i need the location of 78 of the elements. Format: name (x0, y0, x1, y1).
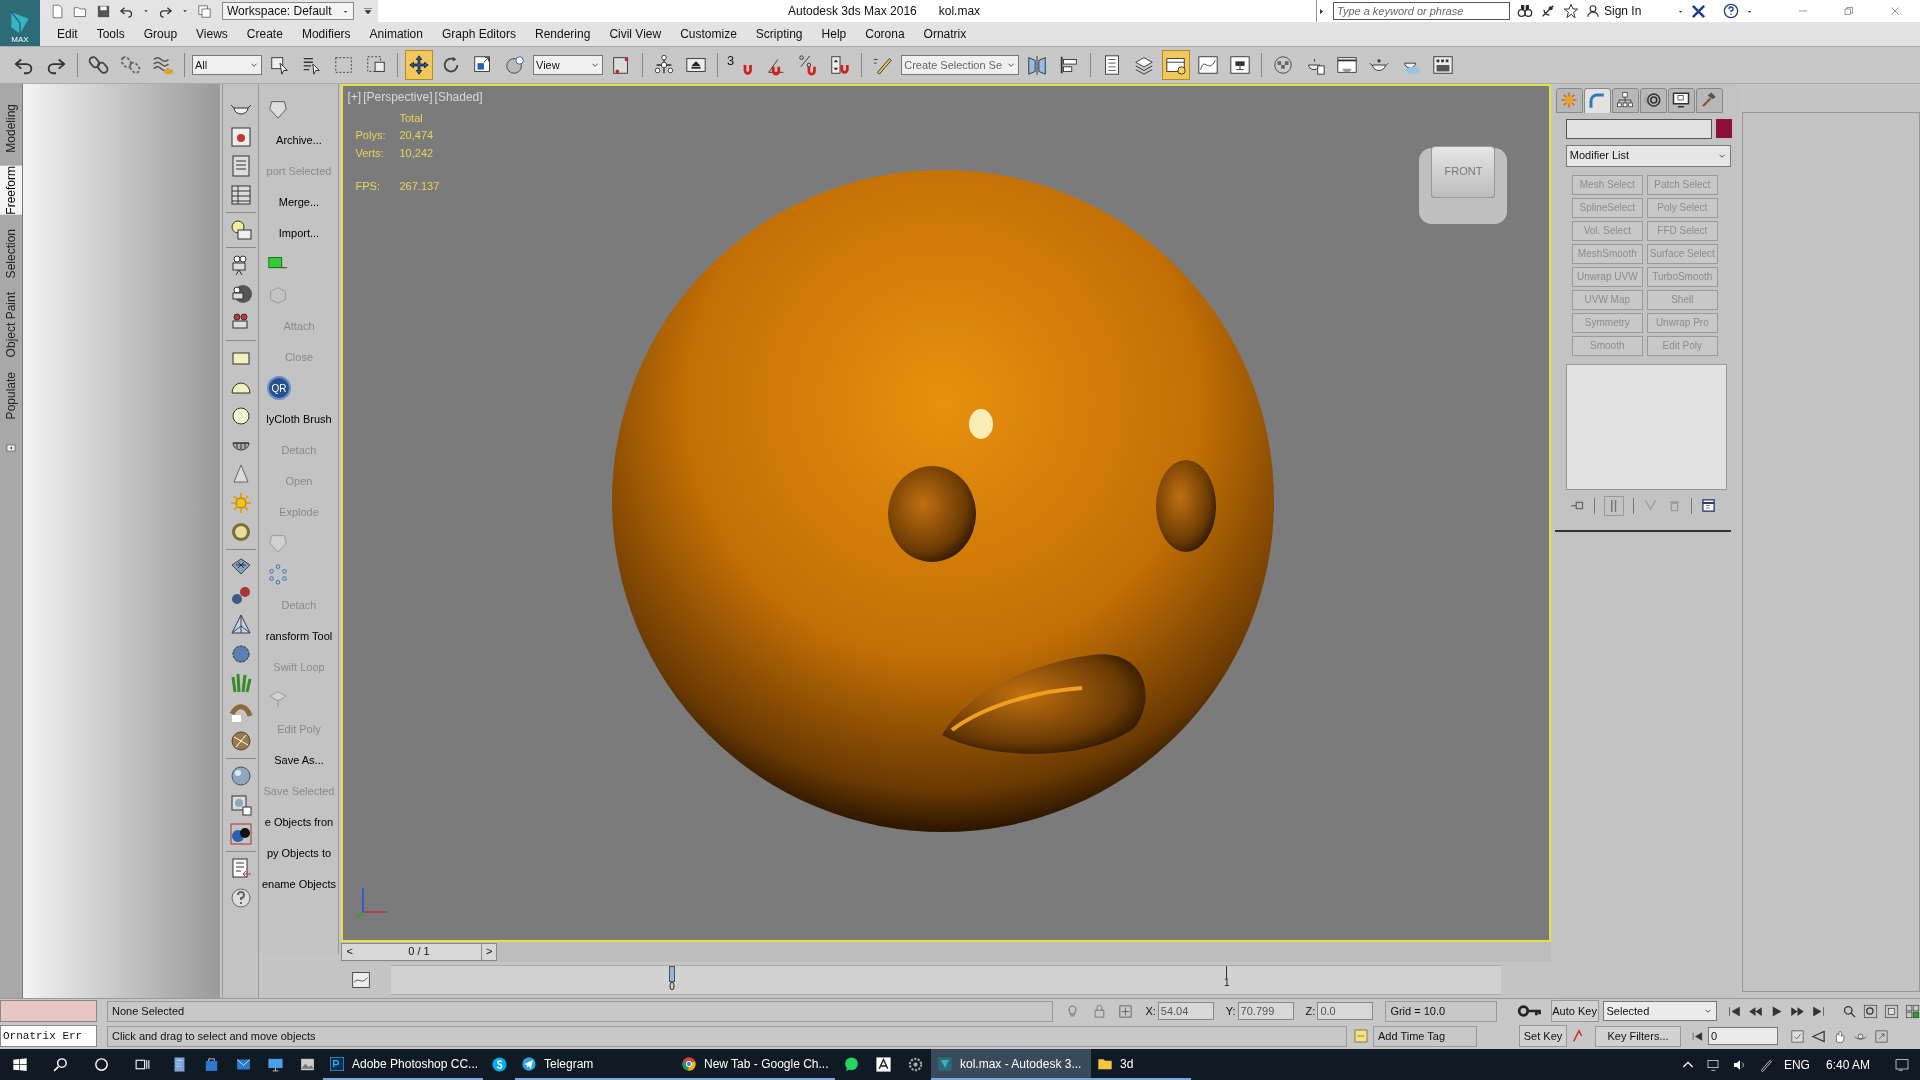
coordinate-field[interactable]: 0.0 (1317, 1002, 1374, 1021)
stat-label: Verts: (355, 145, 385, 161)
file-name: kol.max (938, 3, 981, 20)
coordinate-field[interactable]: 70.799 (1237, 1002, 1294, 1021)
menu-item[interactable]: Customize (680, 25, 737, 43)
stat-value: 20,474 (399, 128, 435, 144)
next-frame-button[interactable]: > (481, 943, 497, 960)
tool-button[interactable]: lyCloth Brush (259, 403, 339, 435)
modifier-list-dropdown[interactable]: Modifier List (1565, 144, 1731, 167)
stat-label: Polys: (355, 128, 387, 144)
menu-item[interactable]: Modifiers (301, 25, 351, 43)
previous-frame-button[interactable]: < (342, 943, 357, 960)
menu-item[interactable]: Edit (57, 25, 78, 43)
key-filters-button[interactable]: Key Filters... (1595, 1025, 1681, 1047)
stat-value: 10,242 (399, 145, 435, 161)
menu-item[interactable]: Animation (369, 25, 423, 43)
tool-button[interactable]: ename Objects (259, 868, 339, 900)
frame-counter: 0 / 1 (408, 944, 430, 960)
menu-item[interactable]: Tools (96, 25, 125, 43)
stat-value: 267.137 (399, 179, 440, 195)
taskbar-button[interactable]: 3d (1091, 1049, 1191, 1080)
taskbar-button[interactable]: Telegram (515, 1049, 675, 1080)
ribbon-tab[interactable]: Object Paint (0, 292, 22, 358)
grid-spacing: Grid = 10.0 (1385, 1000, 1497, 1022)
tool-button[interactable]: Save As... (259, 744, 339, 776)
auto-key-button[interactable]: Auto Key (1550, 1000, 1599, 1023)
tick-label: 1 (1224, 977, 1230, 988)
key-mode-dropdown[interactable]: Selected (1602, 1001, 1717, 1022)
menu-item[interactable]: Civil View (609, 25, 662, 43)
tick-label: 0 (669, 981, 675, 992)
ribbon-tab[interactable]: Populate (0, 371, 22, 420)
dropdown[interactable]: Create Selection Se (901, 54, 1020, 75)
ribbon-tab[interactable]: Freeform (0, 166, 22, 216)
workspace-dropdown[interactable]: Workspace: Default (222, 2, 354, 20)
menu-item[interactable]: Help (821, 25, 847, 43)
dropdown[interactable]: View (533, 54, 603, 75)
coordinate-field[interactable]: 54.04 (1157, 1002, 1214, 1021)
taskbar-button[interactable]: Adobe Photoshop CC... (323, 1049, 483, 1080)
menu-item[interactable]: Ornatrix (923, 25, 967, 43)
window-title: Autodesk 3ds Max 2016 (788, 3, 917, 20)
add-time-tag-button[interactable]: Add Time Tag (1373, 1025, 1477, 1047)
menu-item[interactable]: Scripting (755, 25, 803, 43)
ribbon-tab[interactable]: Modeling (0, 103, 22, 153)
selection-status: None Selected (107, 1000, 1053, 1022)
clock[interactable]: 6:40 AM (1825, 1055, 1870, 1074)
stat-label: FPS: (355, 179, 381, 195)
time-slider-track[interactable]: < 0 / 1 > (341, 941, 1551, 962)
tool-button[interactable]: py Objects to (259, 837, 339, 869)
application-button[interactable]: MAX (0, 0, 40, 46)
tool-button[interactable]: Import... (259, 217, 339, 249)
taskbar-button[interactable]: New Tab - Google Ch... (675, 1049, 835, 1080)
menu-item[interactable]: Create (246, 25, 283, 43)
tool-button[interactable]: ransform Tool (259, 620, 339, 652)
tool-button[interactable]: Merge... (259, 186, 339, 218)
tool-button[interactable]: e Objects fron (259, 806, 339, 838)
language-indicator[interactable]: ENG (1783, 1055, 1810, 1074)
sign-in-button[interactable]: Sign In (1586, 2, 1684, 20)
ribbon-tab[interactable]: Selection (0, 229, 22, 279)
coordinate-label: Y: (1225, 1003, 1236, 1019)
menu-item[interactable]: Graph Editors (441, 25, 516, 43)
menu-item[interactable]: Corona (865, 25, 905, 43)
script-output-field: Ornatrix Err (0, 1025, 97, 1048)
menu-item[interactable]: Rendering (535, 25, 591, 43)
menu-item[interactable]: Views (196, 25, 228, 43)
track-bar[interactable]: 0 1 (391, 964, 1502, 995)
qr-button[interactable]: QR (267, 376, 291, 401)
stats-header: Total (399, 110, 424, 126)
search-field[interactable]: Type a keyword or phrase (1333, 2, 1510, 20)
coordinate-label: X: (1145, 1003, 1156, 1019)
current-frame-field[interactable]: 0 (1708, 1027, 1778, 1046)
coordinate-label: Z: (1305, 1003, 1316, 1019)
set-key-button[interactable]: Set Key (1519, 1025, 1567, 1048)
time-slider[interactable]: < 0 / 1 > (341, 942, 498, 961)
menu-item[interactable]: Group (143, 25, 178, 43)
snap-magnet-button[interactable]: 3 (725, 49, 759, 80)
taskbar-button[interactable]: kol.max - Autodesk 3... (931, 1049, 1091, 1080)
dropdown[interactable]: All (192, 54, 262, 75)
tool-button[interactable]: Archive... (259, 124, 339, 156)
